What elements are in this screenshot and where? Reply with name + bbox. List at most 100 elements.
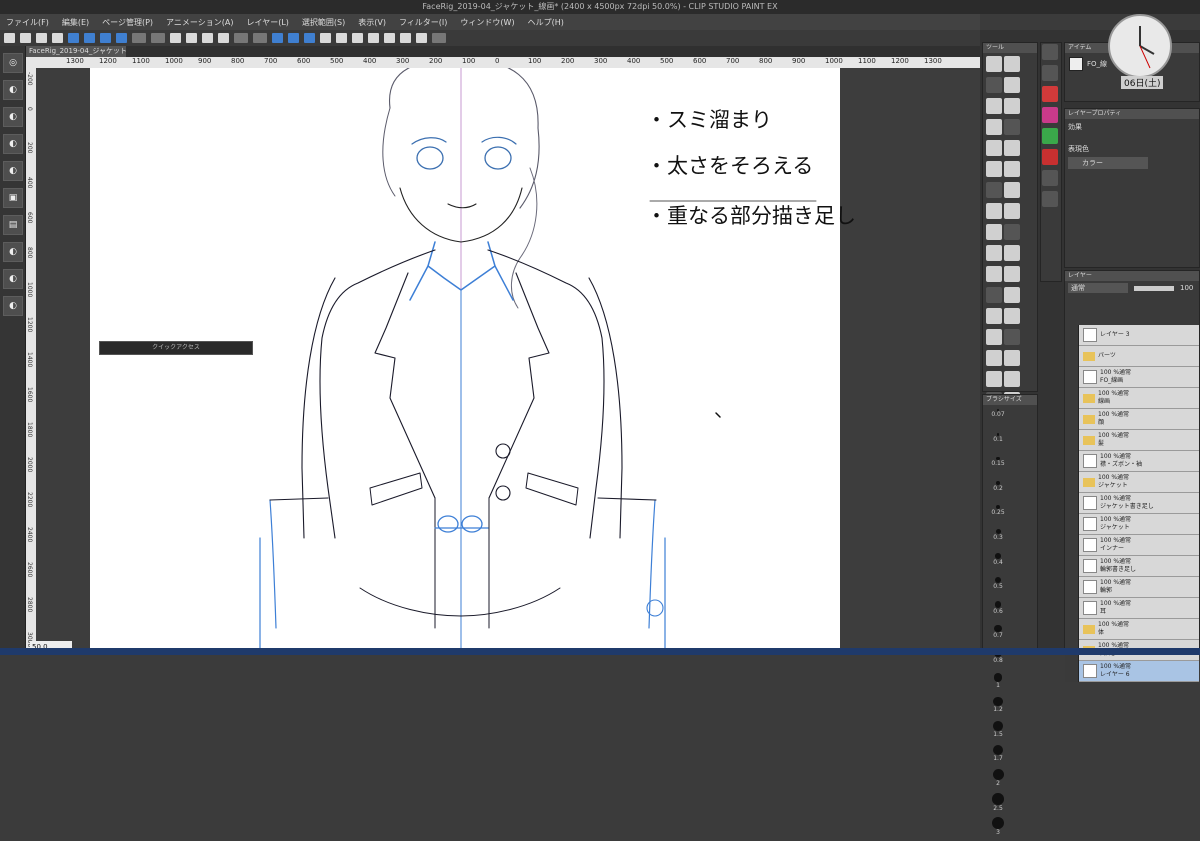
tool-button-icon[interactable] bbox=[986, 371, 1002, 387]
visibility-eye-icon[interactable] bbox=[1065, 387, 1079, 409]
canvas-viewport[interactable]: ・スミ溜まり ・太さをそろえる ・重なる部分描き足し クイックアクセス bbox=[36, 68, 980, 655]
menu-item[interactable]: ページ管理(P) bbox=[102, 17, 153, 28]
tool-button-icon[interactable] bbox=[986, 203, 1002, 219]
sub-tool-1[interactable] bbox=[1042, 44, 1058, 60]
layer-row[interactable]: 100 %通常 輪郭書き足し bbox=[1065, 555, 1199, 577]
document-tab[interactable]: FaceRig_2019-04_ジャケット_線画* bbox=[26, 46, 126, 57]
transform-icon[interactable] bbox=[202, 33, 213, 43]
tool-icon-3[interactable]: ◐ bbox=[3, 134, 23, 154]
open-icon[interactable] bbox=[36, 33, 47, 43]
visibility-eye-icon[interactable] bbox=[1065, 597, 1079, 619]
snap-grid-icon[interactable] bbox=[304, 33, 315, 43]
grid-icon[interactable] bbox=[384, 33, 395, 43]
tool-button-icon[interactable] bbox=[1004, 77, 1020, 93]
tool-icon-8[interactable]: ◐ bbox=[3, 269, 23, 289]
tool-button-icon[interactable] bbox=[986, 140, 1002, 156]
layer-row[interactable]: 100 %通常 FO_線画 bbox=[1065, 366, 1199, 388]
tool-button-icon[interactable] bbox=[1004, 245, 1020, 261]
tool-button-icon[interactable] bbox=[1004, 224, 1020, 240]
sub-tool-2[interactable] bbox=[1042, 65, 1058, 81]
layer-row[interactable]: 100 %通常 ジャケット bbox=[1065, 471, 1199, 493]
visibility-eye-icon[interactable] bbox=[1065, 513, 1079, 535]
save-icon[interactable] bbox=[52, 33, 63, 43]
tool-icon-5[interactable]: ▣ bbox=[3, 188, 23, 208]
visibility-eye-icon[interactable] bbox=[1065, 345, 1079, 367]
brush-size-cell[interactable]: 1.2 bbox=[987, 696, 1009, 718]
menu-item[interactable]: ヘルプ(H) bbox=[528, 17, 564, 28]
tool-button-icon[interactable] bbox=[986, 266, 1002, 282]
tool-button-icon[interactable] bbox=[986, 224, 1002, 240]
visibility-eye-icon[interactable] bbox=[1065, 366, 1079, 388]
quick-access-panel[interactable]: クイックアクセス bbox=[99, 341, 253, 355]
opacity-value[interactable]: 100 bbox=[1180, 284, 1193, 292]
fill-icon[interactable] bbox=[186, 33, 197, 43]
tool-button-icon[interactable] bbox=[1004, 308, 1020, 324]
new-icon[interactable] bbox=[20, 33, 31, 43]
menu-item[interactable]: アニメーション(A) bbox=[166, 17, 233, 28]
layer-row[interactable]: 100 %通常顔 bbox=[1065, 408, 1199, 430]
intermediate-color-icon[interactable] bbox=[1042, 149, 1058, 165]
brush-size-cell[interactable]: 0.2 bbox=[987, 480, 1009, 502]
settings-icon[interactable] bbox=[432, 33, 446, 43]
canvas-paper[interactable]: ・スミ溜まり ・太さをそろえる ・重なる部分描き足し bbox=[90, 68, 856, 655]
tool-button-icon[interactable] bbox=[986, 287, 1002, 303]
tool-button-icon[interactable] bbox=[986, 350, 1002, 366]
snap-special-icon[interactable] bbox=[288, 33, 299, 43]
tool-button-icon[interactable] bbox=[1004, 161, 1020, 177]
tool-icon-2[interactable]: ◐ bbox=[3, 107, 23, 127]
export3-icon[interactable] bbox=[100, 33, 111, 43]
tool-icon-9[interactable]: ◐ bbox=[3, 296, 23, 316]
visibility-eye-icon[interactable] bbox=[1065, 408, 1079, 430]
brush-size-cell[interactable]: 0.3 bbox=[987, 528, 1009, 550]
visibility-eye-icon[interactable] bbox=[1065, 471, 1079, 493]
visibility-eye-icon[interactable] bbox=[1065, 534, 1079, 556]
color-sets-icon[interactable] bbox=[1042, 86, 1058, 102]
tool-button-icon[interactable] bbox=[986, 308, 1002, 324]
tool-button-icon[interactable] bbox=[1004, 329, 1020, 345]
menu-item[interactable]: 表示(V) bbox=[358, 17, 386, 28]
tool-button-icon[interactable] bbox=[986, 77, 1002, 93]
brush-size-cell[interactable]: 0.7 bbox=[987, 624, 1009, 646]
expression-select[interactable]: カラー bbox=[1068, 157, 1148, 169]
visibility-eye-icon[interactable] bbox=[1065, 450, 1079, 472]
layer-row[interactable]: 100 %通常 ジャケット bbox=[1065, 513, 1199, 535]
layer-row[interactable]: パーツ bbox=[1065, 345, 1199, 367]
tool-button-icon[interactable] bbox=[1004, 350, 1020, 366]
tool-button-icon[interactable] bbox=[986, 98, 1002, 114]
brush-size-cell[interactable]: 1 bbox=[987, 672, 1009, 694]
menu-item[interactable]: 編集(E) bbox=[62, 17, 89, 28]
snap-ruler-icon[interactable] bbox=[272, 33, 283, 43]
zoom-icon[interactable] bbox=[336, 33, 347, 43]
scale-icon[interactable] bbox=[218, 33, 229, 43]
tool-button-icon[interactable] bbox=[1004, 287, 1020, 303]
menu-item[interactable]: フィルター(I) bbox=[399, 17, 447, 28]
ruler-icon[interactable] bbox=[400, 33, 411, 43]
visibility-eye-icon[interactable] bbox=[1065, 618, 1079, 640]
brush-size-cell[interactable]: 2 bbox=[987, 768, 1009, 790]
brush-size-cell[interactable]: 0.5 bbox=[987, 576, 1009, 598]
visibility-eye-icon[interactable] bbox=[1065, 492, 1079, 514]
export4-icon[interactable] bbox=[116, 33, 127, 43]
menu-item[interactable]: 選択範囲(S) bbox=[302, 17, 345, 28]
visibility-eye-icon[interactable] bbox=[1065, 555, 1079, 577]
clear-icon[interactable] bbox=[170, 33, 181, 43]
flip-icon[interactable] bbox=[352, 33, 363, 43]
visibility-eye-icon[interactable] bbox=[1065, 324, 1079, 346]
color-slider-icon[interactable] bbox=[1042, 128, 1058, 144]
tool-icon-7[interactable]: ◐ bbox=[3, 242, 23, 262]
deselect-icon[interactable] bbox=[234, 33, 248, 43]
layer-row[interactable]: 100 %通常髪 bbox=[1065, 429, 1199, 451]
menu-item[interactable]: レイヤー(L) bbox=[246, 17, 288, 28]
undo-icon[interactable] bbox=[132, 33, 146, 43]
tool-button-icon[interactable] bbox=[1004, 98, 1020, 114]
tool-button-icon[interactable] bbox=[1004, 203, 1020, 219]
material-icon[interactable] bbox=[1042, 191, 1058, 207]
brush-size-cell[interactable]: 1.7 bbox=[987, 744, 1009, 766]
visibility-eye-icon[interactable] bbox=[1065, 660, 1079, 682]
brush-size-cell[interactable]: 0.6 bbox=[987, 600, 1009, 622]
tool-icon-6[interactable]: ▤ bbox=[3, 215, 23, 235]
invert-icon[interactable] bbox=[253, 33, 267, 43]
brush-size-cell[interactable]: 2.5 bbox=[987, 792, 1009, 814]
tool-button-icon[interactable] bbox=[1004, 182, 1020, 198]
tool-button-icon[interactable] bbox=[986, 245, 1002, 261]
